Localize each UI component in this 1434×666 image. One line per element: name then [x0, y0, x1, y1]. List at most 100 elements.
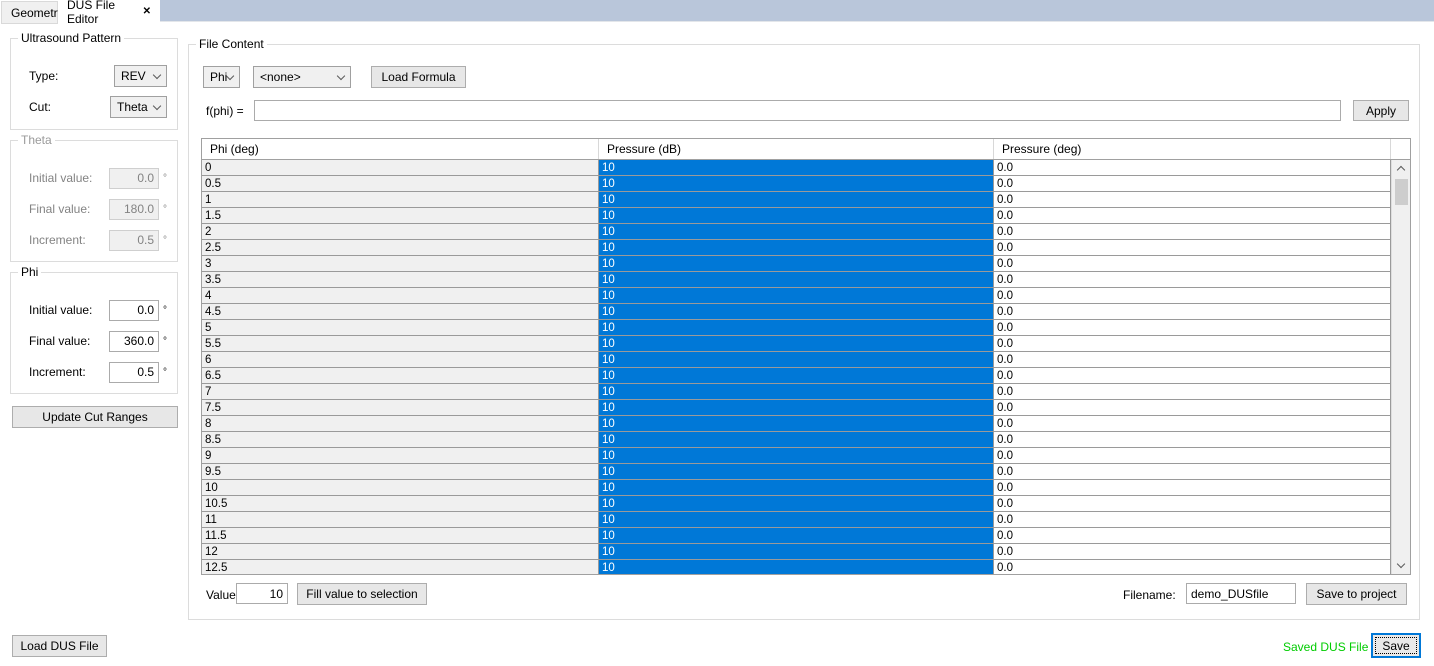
cell-pressure-db[interactable]: 10: [599, 176, 994, 192]
cell-pressure-db[interactable]: 10: [599, 240, 994, 256]
cell-pressure-db[interactable]: 10: [599, 336, 994, 352]
cell-pressure-deg[interactable]: 0.0: [994, 528, 1391, 544]
tab-geometry[interactable]: Geometry: [1, 1, 58, 24]
table-row: 7100.0: [202, 384, 1391, 400]
theta-final-label: Final value:: [29, 202, 109, 216]
cell-pressure-db[interactable]: 10: [599, 416, 994, 432]
cell-phi: 8.5: [202, 432, 599, 448]
value-input[interactable]: 10: [236, 583, 288, 604]
cell-pressure-deg[interactable]: 0.0: [994, 256, 1391, 272]
load-formula-button[interactable]: Load Formula: [371, 66, 466, 88]
cell-pressure-deg[interactable]: 0.0: [994, 224, 1391, 240]
cell-pressure-deg[interactable]: 0.0: [994, 432, 1391, 448]
type-select[interactable]: REV: [114, 65, 167, 87]
cell-pressure-db[interactable]: 10: [599, 528, 994, 544]
table-row: 12.5100.0: [202, 560, 1391, 574]
cell-pressure-deg[interactable]: 0.0: [994, 480, 1391, 496]
chevron-down-icon: [153, 101, 161, 109]
cell-pressure-deg[interactable]: 0.0: [994, 400, 1391, 416]
column-header-pressure-deg[interactable]: Pressure (deg): [994, 139, 1391, 159]
cell-pressure-deg[interactable]: 0.0: [994, 512, 1391, 528]
cell-pressure-deg[interactable]: 0.0: [994, 288, 1391, 304]
dus-data-table: Phi (deg) Pressure (dB) Pressure (deg) 0…: [201, 138, 1411, 575]
cell-pressure-db[interactable]: 10: [599, 448, 994, 464]
cell-pressure-deg[interactable]: 0.0: [994, 160, 1391, 176]
cell-pressure-db[interactable]: 10: [599, 560, 994, 574]
cell-pressure-deg[interactable]: 0.0: [994, 496, 1391, 512]
cell-pressure-db[interactable]: 10: [599, 208, 994, 224]
cell-pressure-db[interactable]: 10: [599, 288, 994, 304]
cell-pressure-db[interactable]: 10: [599, 352, 994, 368]
cell-pressure-db[interactable]: 10: [599, 192, 994, 208]
close-icon[interactable]: ✕: [143, 7, 151, 17]
update-cut-ranges-label: Update Cut Ranges: [42, 410, 147, 424]
cell-pressure-deg[interactable]: 0.0: [994, 336, 1391, 352]
scrollbar-thumb[interactable]: [1395, 179, 1408, 205]
table-body: 0100.00.5100.01100.01.5100.02100.02.5100…: [202, 160, 1391, 574]
cell-pressure-deg[interactable]: 0.0: [994, 368, 1391, 384]
phi-title: Phi: [18, 265, 41, 279]
cell-pressure-db[interactable]: 10: [599, 400, 994, 416]
cell-pressure-db[interactable]: 10: [599, 464, 994, 480]
cell-phi: 7: [202, 384, 599, 400]
cell-pressure-db[interactable]: 10: [599, 160, 994, 176]
phi-initial-field[interactable]: 0.0: [109, 300, 159, 321]
table-row: 4100.0: [202, 288, 1391, 304]
column-header-pressure-db[interactable]: Pressure (dB): [599, 139, 994, 159]
vertical-scrollbar[interactable]: [1391, 160, 1410, 574]
variable-select[interactable]: Phi: [203, 66, 240, 88]
phi-initial-value: 0.0: [137, 303, 154, 317]
cell-pressure-deg[interactable]: 0.0: [994, 352, 1391, 368]
phi-increment-field[interactable]: 0.5: [109, 362, 159, 383]
scroll-down-button[interactable]: [1392, 557, 1410, 574]
cell-pressure-db[interactable]: 10: [599, 432, 994, 448]
column-header-phi[interactable]: Phi (deg): [202, 139, 599, 159]
cell-pressure-db[interactable]: 10: [599, 544, 994, 560]
cell-pressure-deg[interactable]: 0.0: [994, 192, 1391, 208]
cell-pressure-db[interactable]: 10: [599, 320, 994, 336]
cell-pressure-deg[interactable]: 0.0: [994, 464, 1391, 480]
phi-final-field[interactable]: 360.0: [109, 331, 159, 352]
phi-final-label: Final value:: [29, 334, 109, 348]
cell-pressure-deg[interactable]: 0.0: [994, 384, 1391, 400]
cell-pressure-deg[interactable]: 0.0: [994, 416, 1391, 432]
chevron-down-icon: [226, 71, 234, 79]
cell-pressure-db[interactable]: 10: [599, 272, 994, 288]
cell-pressure-deg[interactable]: 0.0: [994, 448, 1391, 464]
cut-select[interactable]: Theta: [110, 96, 167, 118]
filename-label: Filename:: [1123, 588, 1176, 602]
fill-value-button[interactable]: Fill value to selection: [297, 583, 427, 605]
cell-phi: 7.5: [202, 400, 599, 416]
cell-pressure-db[interactable]: 10: [599, 304, 994, 320]
cell-pressure-deg[interactable]: 0.0: [994, 176, 1391, 192]
apply-button[interactable]: Apply: [1353, 100, 1409, 121]
cell-pressure-deg[interactable]: 0.0: [994, 208, 1391, 224]
cell-pressure-deg[interactable]: 0.0: [994, 304, 1391, 320]
cell-pressure-deg[interactable]: 0.0: [994, 272, 1391, 288]
formula-select[interactable]: <none>: [253, 66, 351, 88]
cell-pressure-deg[interactable]: 0.0: [994, 320, 1391, 336]
cell-pressure-deg[interactable]: 0.0: [994, 560, 1391, 574]
cell-phi: 0.5: [202, 176, 599, 192]
table-row: 2100.0: [202, 224, 1391, 240]
save-button[interactable]: Save: [1371, 633, 1421, 658]
update-cut-ranges-button[interactable]: Update Cut Ranges: [12, 406, 178, 428]
cell-pressure-db[interactable]: 10: [599, 384, 994, 400]
fx-input[interactable]: [254, 100, 1341, 121]
cell-pressure-deg[interactable]: 0.0: [994, 240, 1391, 256]
cell-pressure-db[interactable]: 10: [599, 224, 994, 240]
file-content-group: File Content Phi <none> Load Formula f(p…: [188, 44, 1420, 620]
filename-input[interactable]: demo_DUSfile: [1186, 583, 1296, 604]
cell-pressure-db[interactable]: 10: [599, 368, 994, 384]
cell-pressure-db[interactable]: 10: [599, 480, 994, 496]
cell-pressure-deg[interactable]: 0.0: [994, 544, 1391, 560]
ultrasound-pattern-title: Ultrasound Pattern: [18, 31, 124, 45]
table-row: 3100.0: [202, 256, 1391, 272]
tab-dus-file-editor[interactable]: DUS File Editor ✕: [58, 0, 160, 24]
load-dus-file-button[interactable]: Load DUS File: [12, 635, 107, 657]
cell-pressure-db[interactable]: 10: [599, 496, 994, 512]
cell-pressure-db[interactable]: 10: [599, 256, 994, 272]
save-to-project-button[interactable]: Save to project: [1306, 583, 1407, 605]
cell-pressure-db[interactable]: 10: [599, 512, 994, 528]
scroll-up-button[interactable]: [1392, 160, 1410, 177]
